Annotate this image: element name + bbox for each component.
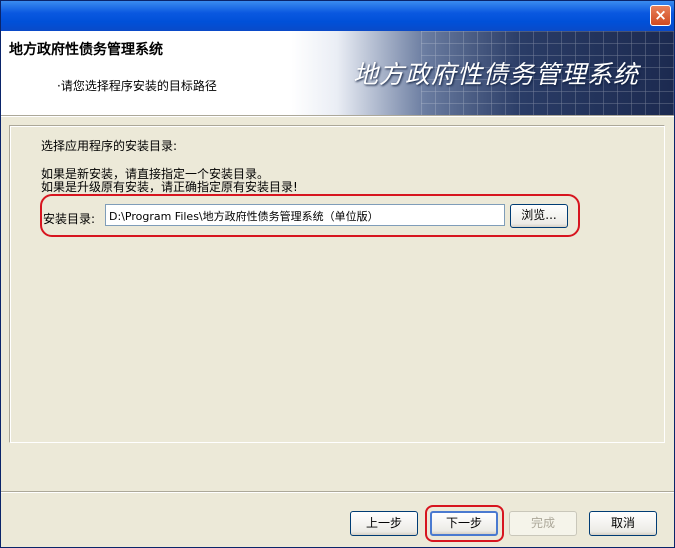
- path-highlight-annotation: [40, 194, 580, 237]
- header-subtitle: ·请您选择程序安装的目标路径: [57, 79, 217, 93]
- next-highlight-annotation: [425, 505, 504, 542]
- close-icon: ×: [654, 6, 667, 24]
- header-title: 地方政府性债务管理系统: [9, 42, 163, 58]
- close-button[interactable]: ×: [650, 5, 671, 26]
- instruction-heading: 选择应用程序的安装目录:: [41, 139, 178, 153]
- prev-button[interactable]: 上一步: [350, 511, 418, 536]
- wizard-header: 地方政府性债务管理系统 ·请您选择程序安装的目标路径 地方政府性债务管理系统: [1, 31, 674, 115]
- header-divider-highlight: [1, 116, 674, 117]
- cancel-button[interactable]: 取消: [589, 511, 657, 536]
- finish-button: 完成: [509, 511, 577, 536]
- installer-window: × 地方政府性债务管理系统 ·请您选择程序安装的目标路径 地方政府性债务管理系统…: [0, 0, 675, 548]
- footer-divider-highlight: [1, 492, 674, 493]
- banner-title: 地方政府性债务管理系统: [353, 60, 640, 89]
- title-bar[interactable]: ×: [1, 1, 674, 31]
- instruction-upgrade: 如果是升级原有安装，请正确指定原有安装目录!: [41, 180, 298, 194]
